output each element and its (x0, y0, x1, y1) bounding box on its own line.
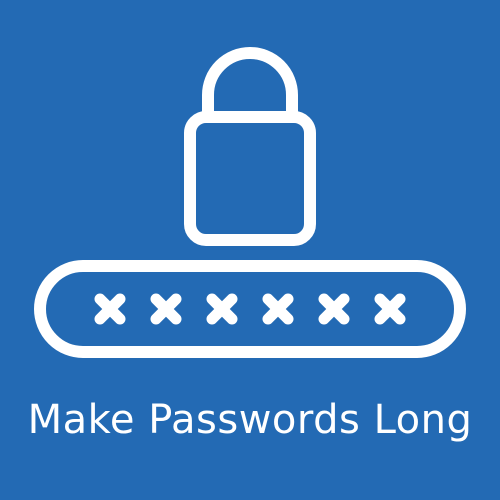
x-mark-icon (94, 293, 126, 325)
x-mark-icon (318, 293, 350, 325)
password-field-icon (34, 260, 466, 358)
padlock-icon (184, 47, 316, 246)
x-mark-icon (374, 293, 406, 325)
x-mark-icon (206, 293, 238, 325)
padlock-body (184, 111, 316, 246)
caption: Make Passwords Long (27, 397, 473, 443)
password-illustration (34, 47, 466, 358)
x-mark-icon (150, 293, 182, 325)
x-mark-icon (262, 293, 294, 325)
masked-characters (94, 293, 406, 325)
padlock-shackle (202, 47, 298, 123)
